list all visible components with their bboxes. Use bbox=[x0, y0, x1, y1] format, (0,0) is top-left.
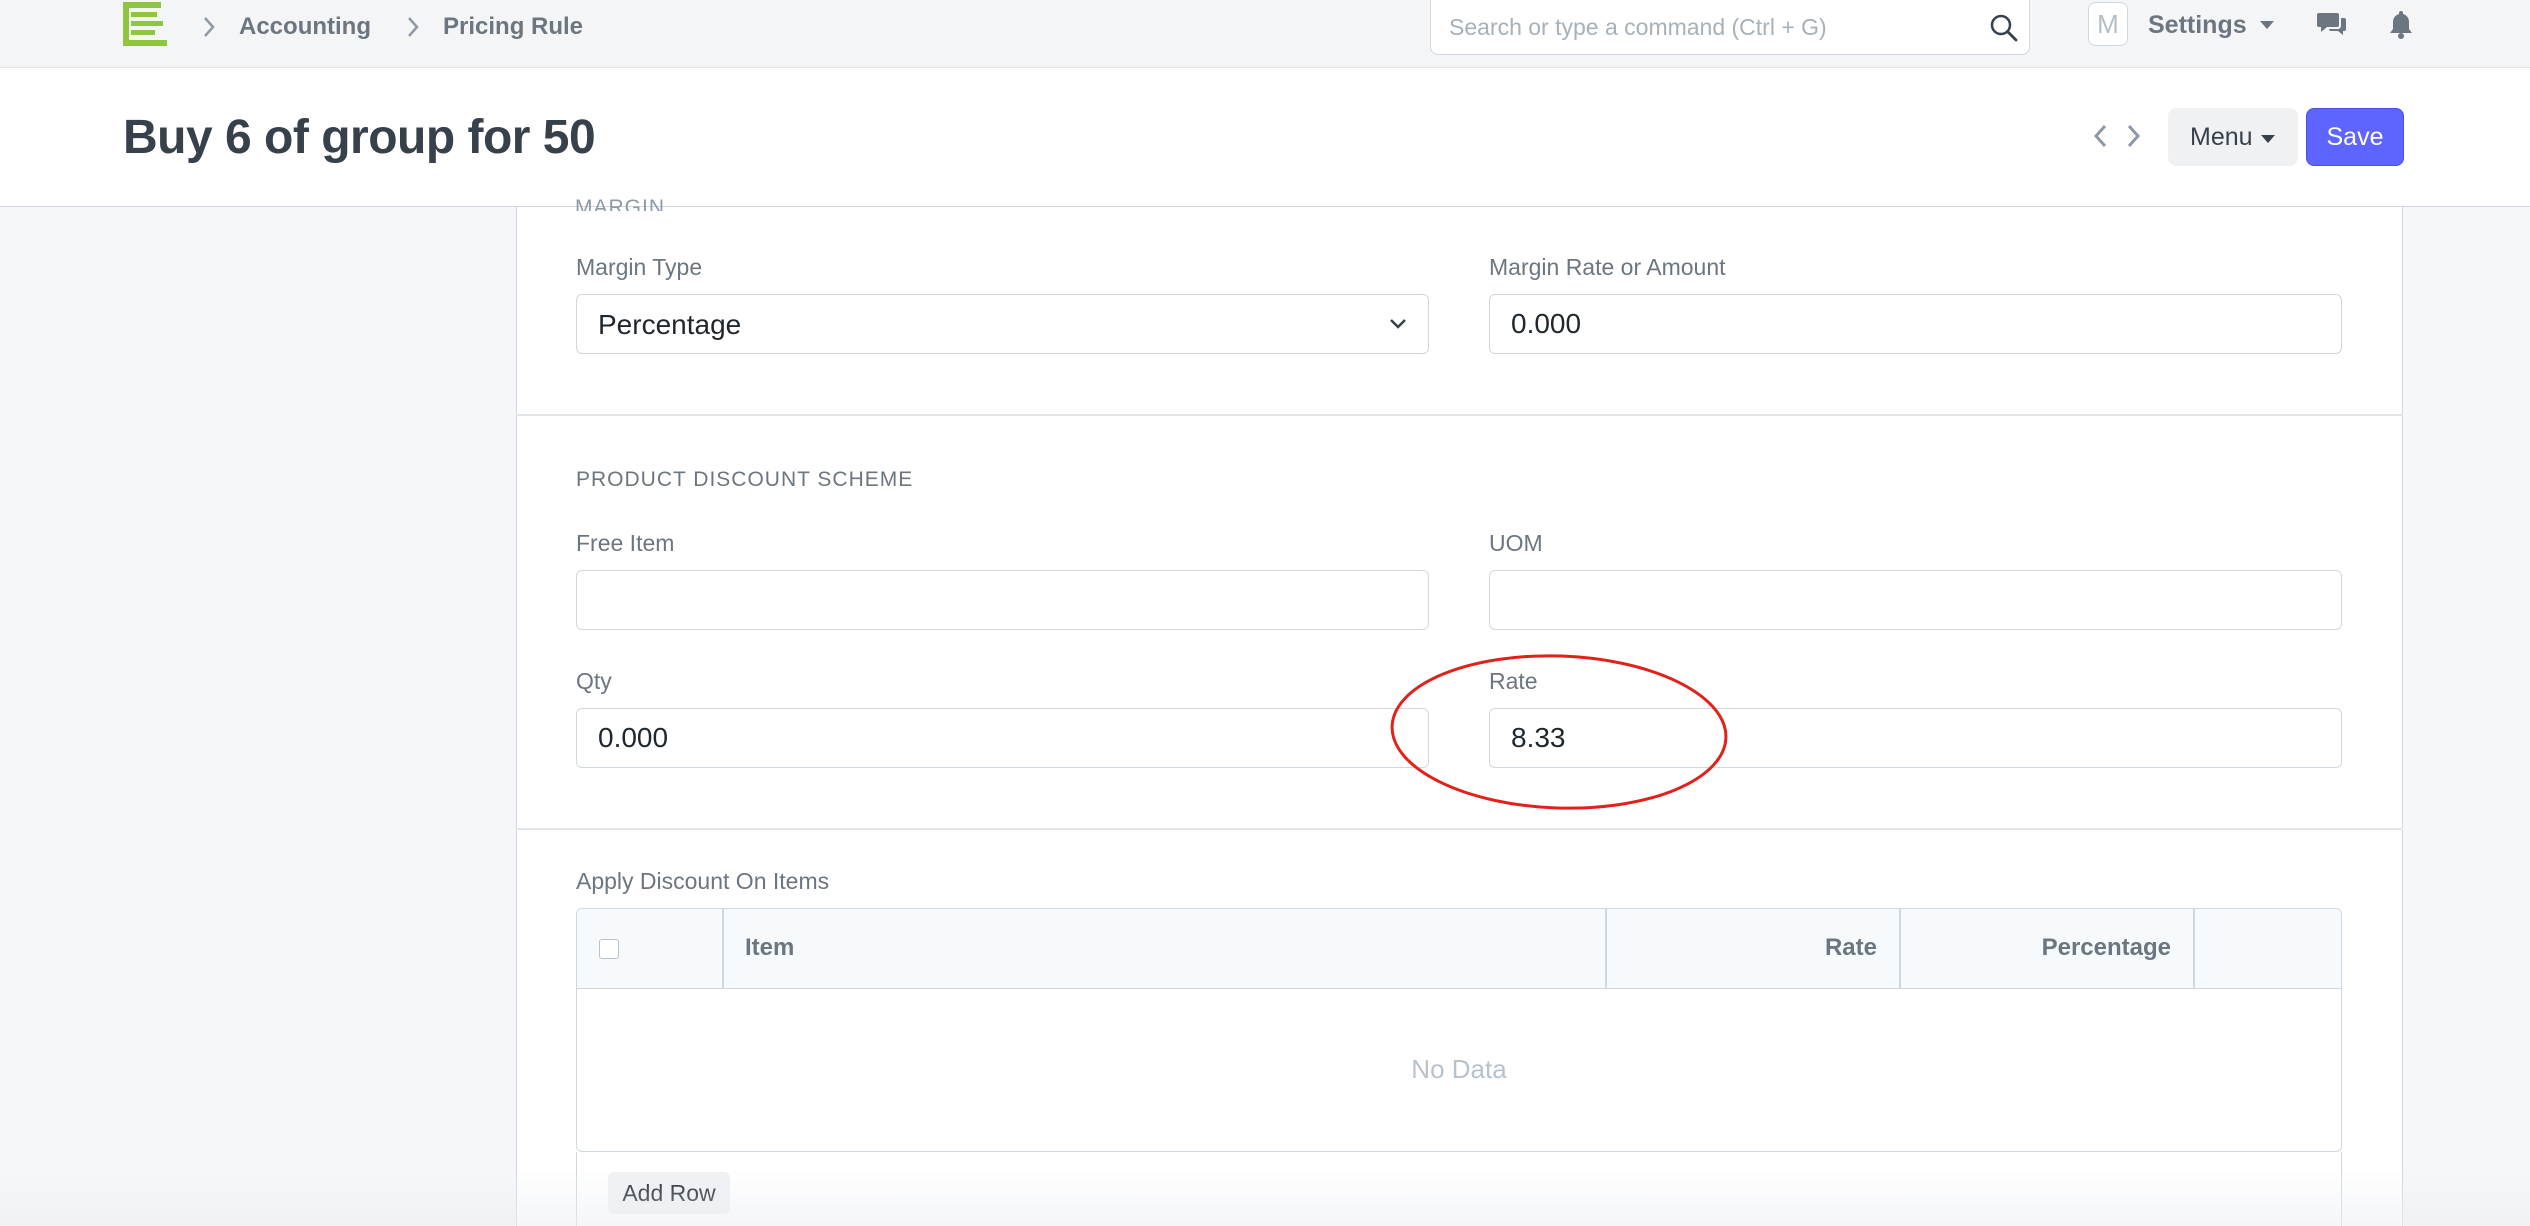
chevron-down-icon bbox=[1390, 319, 1406, 329]
section-divider bbox=[516, 828, 2403, 830]
column-header-item: Item bbox=[745, 934, 795, 961]
search-icon[interactable] bbox=[1988, 12, 2020, 44]
qty-label: Qty bbox=[576, 668, 612, 694]
free-item-label: Free Item bbox=[576, 530, 675, 556]
navbar: Accounting Pricing Rule M Settings bbox=[0, 0, 2530, 68]
add-row-button[interactable]: Add Row bbox=[608, 1172, 730, 1214]
next-record-icon[interactable] bbox=[2122, 120, 2144, 152]
chat-icon[interactable] bbox=[2316, 8, 2348, 40]
margin-rate-input[interactable] bbox=[1489, 294, 2342, 354]
free-item-input[interactable] bbox=[576, 570, 1429, 630]
column-divider bbox=[1899, 909, 1901, 989]
section-title-margin: MARGIN bbox=[575, 197, 665, 211]
apply-discount-label: Apply Discount On Items bbox=[576, 868, 830, 894]
margin-rate-label: Margin Rate or Amount bbox=[1489, 254, 1726, 280]
select-all-checkbox[interactable] bbox=[599, 939, 619, 959]
column-divider bbox=[2193, 909, 2195, 989]
chevron-right-icon bbox=[408, 17, 419, 37]
column-header-percentage: Percentage bbox=[2041, 934, 2171, 961]
table-footer bbox=[576, 1152, 2342, 1226]
awesome-bar[interactable] bbox=[1430, 0, 2030, 55]
caret-down-icon[interactable] bbox=[2258, 19, 2276, 31]
settings-dropdown[interactable]: Settings bbox=[2148, 10, 2247, 40]
caret-down-icon[interactable] bbox=[2260, 134, 2276, 144]
erpnext-logo-icon[interactable] bbox=[123, 2, 173, 46]
avatar[interactable]: M bbox=[2088, 2, 2128, 46]
save-button[interactable]: Save bbox=[2306, 108, 2404, 166]
breadcrumb-accounting[interactable]: Accounting bbox=[239, 12, 371, 42]
breadcrumb-pricing-rule[interactable]: Pricing Rule bbox=[443, 12, 583, 42]
chevron-right-icon bbox=[204, 17, 215, 37]
red-highlight-circle bbox=[1390, 654, 1728, 810]
search-input[interactable] bbox=[1449, 10, 1969, 44]
qty-input[interactable] bbox=[576, 708, 1429, 768]
apply-discount-table: Item Rate Percentage No Data bbox=[576, 908, 2342, 1152]
uom-input[interactable] bbox=[1489, 570, 2342, 630]
column-divider bbox=[1605, 909, 1607, 989]
section-divider bbox=[516, 414, 2403, 416]
previous-record-icon[interactable] bbox=[2090, 120, 2112, 152]
table-header: Item Rate Percentage bbox=[577, 909, 2341, 989]
menu-button[interactable]: Menu bbox=[2168, 108, 2298, 166]
empty-state-text: No Data bbox=[1411, 1054, 1507, 1084]
section-title-product-discount: PRODUCT DISCOUNT SCHEME bbox=[576, 468, 914, 491]
column-header-rate: Rate bbox=[1824, 934, 1877, 961]
column-divider bbox=[722, 909, 724, 989]
uom-label: UOM bbox=[1489, 530, 1543, 556]
margin-type-label: Margin Type bbox=[576, 254, 703, 280]
margin-type-value: Percentage bbox=[598, 309, 742, 340]
page-head: Buy 6 of group for 50 Menu Save bbox=[0, 68, 2530, 207]
notification-bell-icon[interactable] bbox=[2386, 8, 2416, 40]
page-title: Buy 6 of group for 50 bbox=[123, 111, 596, 164]
margin-type-select[interactable]: Percentage bbox=[576, 294, 1429, 354]
